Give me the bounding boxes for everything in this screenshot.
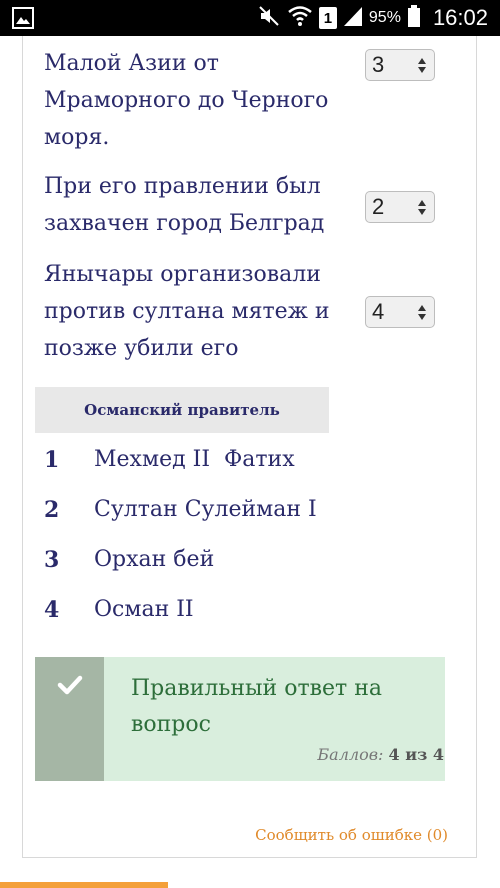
gallery-notification-icon bbox=[12, 7, 34, 34]
match-question-2: При его правлении был захвачен город Бел… bbox=[44, 168, 464, 242]
battery-percent: 95% bbox=[368, 9, 401, 26]
check-icon bbox=[57, 675, 83, 695]
match-question-1: Малой Азии от Мраморного до Черного моря… bbox=[44, 45, 464, 157]
match-question-3: Янычары организовали против султана мяте… bbox=[44, 256, 464, 368]
clock: 16:02 bbox=[432, 5, 488, 30]
wifi-icon bbox=[287, 4, 313, 33]
answer-select[interactable]: 2 bbox=[365, 191, 435, 223]
sim-indicator: 1 bbox=[318, 7, 337, 29]
feedback-message: Правильный ответ на вопрос bbox=[131, 676, 382, 737]
score-label: Баллов: bbox=[317, 745, 384, 764]
rulers-table-header: Османский правитель bbox=[35, 387, 329, 433]
bottom-accent-bar bbox=[0, 882, 168, 888]
answer-select[interactable]: 3 bbox=[365, 49, 435, 81]
battery-icon bbox=[407, 4, 421, 33]
correct-answer-feedback: Правильный ответ на вопрос Баллов: 4 из … bbox=[35, 657, 445, 781]
score-value: 4 из 4 bbox=[388, 745, 444, 764]
mute-icon bbox=[257, 4, 281, 33]
question-text: Янычары организовали против султана мяте… bbox=[44, 262, 330, 361]
signal-icon bbox=[343, 5, 363, 32]
feedback-icon-box bbox=[35, 657, 104, 781]
report-error-link[interactable]: Сообщить об ошибке (0) bbox=[255, 826, 448, 844]
select-arrows-icon bbox=[418, 58, 426, 73]
answer-select[interactable]: 4 bbox=[365, 296, 435, 328]
score: Баллов: 4 из 4 bbox=[317, 745, 444, 764]
question-text: Малой Азии от Мраморного до Черного моря… bbox=[44, 51, 329, 150]
question-text: При его правлении был захвачен город Бел… bbox=[44, 174, 325, 236]
select-arrows-icon bbox=[418, 305, 426, 320]
status-bar: 1 95% 16:02 bbox=[0, 0, 500, 36]
select-arrows-icon bbox=[418, 200, 426, 215]
